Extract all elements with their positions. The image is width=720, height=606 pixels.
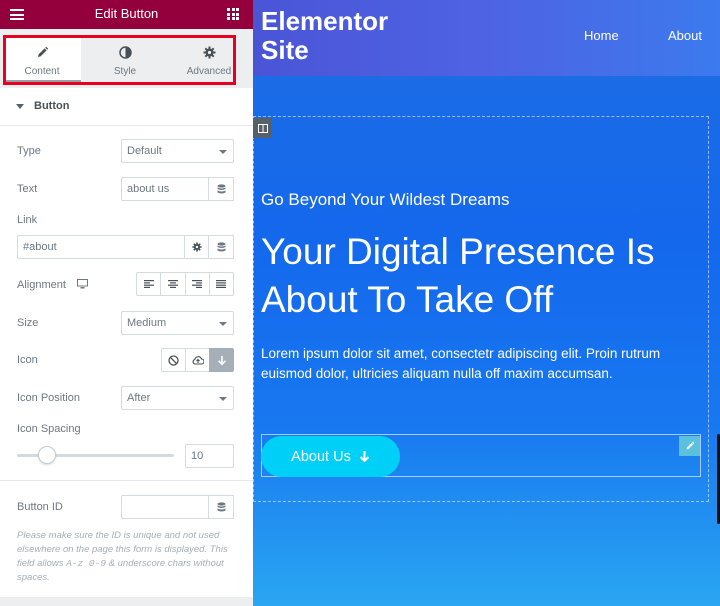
hero-paragraph: Lorem ipsum dolor sit amet, consectetr a… — [261, 346, 661, 381]
hero-headline: Your Digital Presence Is About To Take O… — [261, 231, 655, 320]
dynamic-tags-button[interactable] — [208, 495, 234, 519]
tab-label: Advanced — [186, 66, 232, 77]
tab-content[interactable]: Content — [3, 35, 81, 83]
panel-tabs: Content Style Advanced — [0, 29, 253, 87]
desktop-icon[interactable] — [77, 279, 88, 289]
align-center-icon — [167, 280, 178, 288]
type-value: Default — [127, 145, 162, 157]
align-left-button[interactable] — [137, 273, 162, 295]
button-id-input[interactable] — [121, 495, 209, 519]
align-right-icon — [192, 280, 203, 288]
gear-icon — [170, 35, 248, 59]
text-input[interactable]: about us — [121, 177, 209, 201]
link-value: #about — [23, 241, 57, 253]
widgets-grid-icon[interactable] — [227, 8, 239, 20]
divider — [0, 480, 253, 481]
chevron-down-icon — [219, 150, 227, 154]
size-value: Medium — [127, 317, 167, 329]
cta-label: About Us — [291, 448, 351, 465]
icon-spacing-slider-handle[interactable] — [38, 446, 56, 464]
nav-link-about[interactable]: About — [668, 28, 702, 43]
nav-link-home[interactable]: Home — [584, 28, 619, 43]
dynamic-tags-button[interactable] — [208, 235, 234, 259]
icon-position-label: Icon Position — [17, 392, 80, 404]
section-title: Button — [34, 100, 70, 112]
text-label: Text — [17, 183, 38, 195]
tab-advanced[interactable]: Advanced — [170, 35, 248, 83]
align-left-icon — [143, 280, 154, 288]
link-label: Link — [17, 214, 38, 226]
site-preview: Elementor Site Home About Go Beyond Your… — [253, 0, 720, 606]
column-handle[interactable] — [253, 118, 272, 138]
database-icon — [217, 501, 225, 512]
text-value: about us — [127, 183, 170, 195]
type-select[interactable]: Default — [121, 139, 234, 163]
icon-position-select[interactable]: After — [121, 386, 234, 410]
icon-position-value: After — [127, 392, 151, 404]
site-header: Elementor Site Home About — [253, 0, 720, 76]
site-title[interactable]: Elementor Site — [261, 7, 421, 65]
columns-icon — [257, 123, 268, 133]
panel-header: Edit Button — [0, 0, 253, 29]
section-toggle-button[interactable]: Button — [0, 88, 253, 126]
database-icon — [217, 241, 225, 252]
upload-icon — [192, 356, 204, 365]
hero-kicker: Go Beyond Your Wildest Dreams — [261, 190, 510, 209]
chevron-down-icon — [219, 397, 227, 401]
icon-spacing-input[interactable]: 10 — [185, 444, 234, 468]
tab-label: Content — [24, 66, 60, 77]
size-label: Size — [17, 317, 39, 329]
icon-label: Icon — [17, 354, 38, 366]
caret-down-icon — [16, 104, 24, 109]
icon-spacing-value: 10 — [191, 450, 204, 462]
icon-spacing-label: Icon Spacing — [17, 423, 81, 435]
icon-library-button[interactable] — [209, 348, 234, 372]
pencil-icon — [686, 441, 694, 450]
link-options-button[interactable] — [184, 235, 209, 259]
pencil-icon — [3, 35, 81, 59]
icon-none-button[interactable] — [161, 348, 186, 372]
button-id-help-text: Please make sure the ID is unique and no… — [17, 529, 237, 585]
align-right-button[interactable] — [186, 273, 210, 295]
chevron-down-icon — [219, 322, 227, 326]
type-label: Type — [17, 145, 41, 157]
arrow-down-icon — [359, 451, 370, 463]
help-text-code: A-z 0-9 — [66, 558, 107, 569]
panel-title: Edit Button — [94, 6, 159, 21]
tab-label: Style — [113, 66, 137, 77]
arrow-down-icon — [217, 355, 226, 365]
link-input[interactable]: #about — [17, 235, 185, 259]
about-us-button[interactable]: About Us — [261, 436, 400, 477]
align-center-button[interactable] — [161, 273, 186, 295]
align-justify-button[interactable] — [210, 273, 233, 295]
ban-icon — [168, 354, 179, 366]
edit-widget-button[interactable] — [679, 436, 700, 456]
button-id-label: Button ID — [17, 501, 63, 513]
gear-icon — [191, 242, 202, 252]
half-circle-icon — [86, 35, 164, 59]
panel-content: Button Type Default Text about us Link #… — [0, 88, 253, 597]
icon-upload-svg-button[interactable] — [185, 348, 210, 372]
alignment-label: Alignment — [17, 279, 66, 291]
align-justify-icon — [216, 280, 227, 288]
editor-panel: Edit Button Content Style Advanced Butto… — [0, 0, 253, 606]
alignment-choices — [136, 272, 234, 296]
tab-style[interactable]: Style — [86, 35, 164, 83]
size-select[interactable]: Medium — [121, 311, 234, 335]
dynamic-tags-button[interactable] — [208, 177, 234, 201]
database-icon — [217, 183, 225, 194]
